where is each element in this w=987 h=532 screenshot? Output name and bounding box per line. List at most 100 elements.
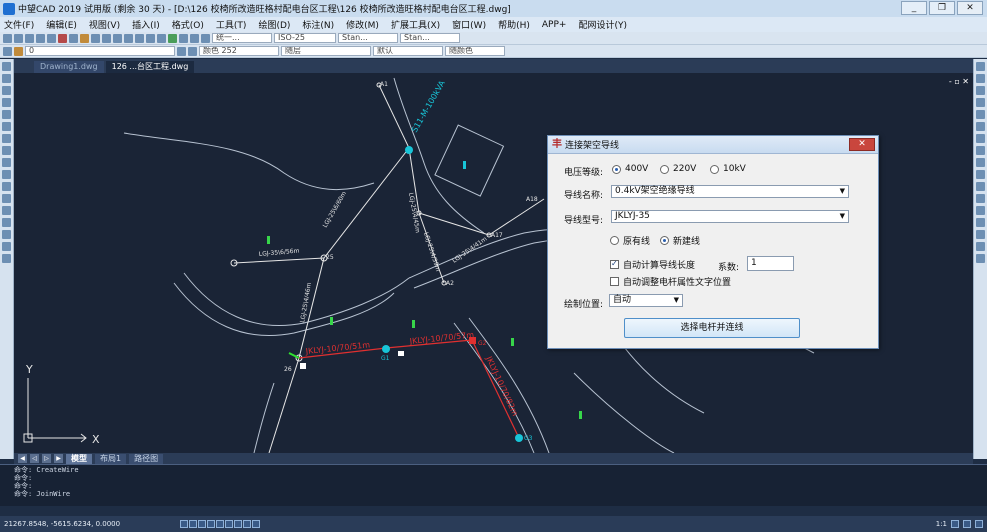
arc-icon[interactable] <box>2 122 11 131</box>
paste-icon[interactable] <box>80 33 89 43</box>
snap-settings-icon[interactable] <box>976 254 985 263</box>
menu-insert[interactable]: 插入(I) <box>132 18 160 31</box>
copy-object-icon[interactable] <box>976 74 985 83</box>
wire-model-select[interactable]: JKLYJ-35 ▼ <box>611 210 849 223</box>
layer-prev-icon[interactable] <box>188 46 197 56</box>
radio-10kv[interactable] <box>710 164 719 174</box>
tab-model[interactable]: 模型 <box>66 453 92 464</box>
next-tab-button[interactable]: ▷ <box>42 454 51 463</box>
menu-app-plus[interactable]: APP+ <box>542 20 567 30</box>
make-current-icon[interactable] <box>177 46 186 56</box>
linetype-combo[interactable]: 随层 <box>281 46 371 56</box>
menu-ext-tools[interactable]: 扩展工具(X) <box>391 18 440 31</box>
last-tab-button[interactable]: ▶ <box>54 454 63 463</box>
trim-icon[interactable] <box>976 170 985 179</box>
match-prop-icon[interactable] <box>91 33 100 43</box>
fullscreen-icon[interactable] <box>975 520 983 528</box>
design-center-icon[interactable] <box>179 33 188 43</box>
radio-220v[interactable] <box>660 164 669 174</box>
qp-toggle-icon[interactable] <box>252 520 261 528</box>
new-file-icon[interactable] <box>3 33 12 43</box>
lightbulb-icon[interactable] <box>14 46 23 56</box>
copy-icon[interactable] <box>69 33 78 43</box>
command-line[interactable]: 命令: CreateWire 命令: 命令: 命令: JoinWire <box>0 464 987 506</box>
auto-adjust-checkbox[interactable] <box>610 277 619 286</box>
workspace-icon[interactable] <box>951 520 959 528</box>
annotation-scale[interactable]: 1:1 <box>936 520 947 528</box>
preview-icon[interactable] <box>47 33 56 43</box>
polar-toggle-icon[interactable] <box>207 520 216 528</box>
lock-icon[interactable] <box>963 520 971 528</box>
minimize-button[interactable]: _ <box>901 1 927 15</box>
lineweight-toggle-icon[interactable] <box>243 520 252 528</box>
tablestyle-combo[interactable]: Stan... <box>400 33 460 43</box>
extend-icon[interactable] <box>976 182 985 191</box>
menu-draw[interactable]: 绘图(D) <box>258 18 290 31</box>
menu-network-design[interactable]: 配网设计(Y) <box>578 18 627 31</box>
join-icon[interactable] <box>976 206 985 215</box>
menu-view[interactable]: 视图(V) <box>89 18 120 31</box>
osnap-toggle-icon[interactable] <box>216 520 225 528</box>
region-icon[interactable] <box>2 230 11 239</box>
properties-icon[interactable] <box>168 33 177 43</box>
menu-file[interactable]: 文件(F) <box>4 18 34 31</box>
style-combo[interactable]: 统一... <box>212 33 272 43</box>
coef-input[interactable]: 1 <box>747 256 794 271</box>
polyline-icon[interactable] <box>2 86 11 95</box>
draw-position-select[interactable]: 自动 ▼ <box>609 294 683 307</box>
textstyle-combo[interactable]: Stan... <box>338 33 398 43</box>
radio-existing-line[interactable] <box>610 236 619 245</box>
wire-name-select[interactable]: 0.4kV架空绝缘导线 ▼ <box>611 185 849 198</box>
zoom-icon[interactable] <box>135 33 144 43</box>
tab-current-drawing[interactable]: 126 ...台区工程.dwg <box>105 61 195 73</box>
stretch-icon[interactable] <box>976 158 985 167</box>
print-icon[interactable] <box>36 33 45 43</box>
menu-window[interactable]: 窗口(W) <box>452 18 486 31</box>
otrack-toggle-icon[interactable] <box>225 520 234 528</box>
insert-block-icon[interactable] <box>2 182 11 191</box>
dialog-close-button[interactable]: ✕ <box>849 138 875 151</box>
select-poles-connect-button[interactable]: 选择电杆并连线 <box>624 318 800 338</box>
menu-format[interactable]: 格式(O) <box>172 18 204 31</box>
menu-edit[interactable]: 编辑(E) <box>46 18 77 31</box>
close-button[interactable]: ✕ <box>957 1 983 15</box>
auto-length-checkbox[interactable] <box>610 259 619 269</box>
prev-tab-button[interactable]: ◁ <box>30 454 39 463</box>
menu-help[interactable]: 帮助(H) <box>498 18 530 31</box>
line-icon[interactable] <box>2 62 11 71</box>
move-icon[interactable] <box>976 122 985 131</box>
menu-tools[interactable]: 工具(T) <box>216 18 247 31</box>
tab-layout1[interactable]: 布局1 <box>95 453 127 464</box>
grid-toggle-icon[interactable] <box>189 520 198 528</box>
polygon-icon[interactable] <box>2 98 11 107</box>
make-block-icon[interactable] <box>2 194 11 203</box>
menu-dimension[interactable]: 标注(N) <box>302 18 334 31</box>
chamfer-icon[interactable] <box>976 218 985 227</box>
rectangle-icon[interactable] <box>2 110 11 119</box>
maximize-button[interactable]: ❐ <box>929 1 955 15</box>
zoom-prev-icon[interactable] <box>157 33 166 43</box>
offset-icon[interactable] <box>976 98 985 107</box>
save-icon[interactable] <box>25 33 34 43</box>
cloud-icon[interactable] <box>2 146 11 155</box>
pan-icon[interactable] <box>124 33 133 43</box>
tab-drawing1[interactable]: Drawing1.dwg <box>34 61 104 73</box>
open-file-icon[interactable] <box>14 33 23 43</box>
layer-combo[interactable]: 0 <box>25 46 175 56</box>
point-icon[interactable] <box>2 206 11 215</box>
first-tab-button[interactable]: ◀ <box>18 454 27 463</box>
layer-manager-icon[interactable] <box>3 46 12 56</box>
erase-icon[interactable] <box>976 62 985 71</box>
cut-icon[interactable] <box>58 33 67 43</box>
scale-icon[interactable] <box>976 146 985 155</box>
array-icon[interactable] <box>976 110 985 119</box>
ortho-toggle-icon[interactable] <box>198 520 207 528</box>
break-icon[interactable] <box>976 194 985 203</box>
explode-icon[interactable] <box>976 242 985 251</box>
fillet-icon[interactable] <box>976 230 985 239</box>
table-icon[interactable] <box>2 242 11 251</box>
hatch-icon[interactable] <box>2 218 11 227</box>
spline-icon[interactable] <box>2 158 11 167</box>
circle-icon[interactable] <box>2 134 11 143</box>
viewport-controls[interactable]: - ▫ ✕ <box>949 77 969 86</box>
